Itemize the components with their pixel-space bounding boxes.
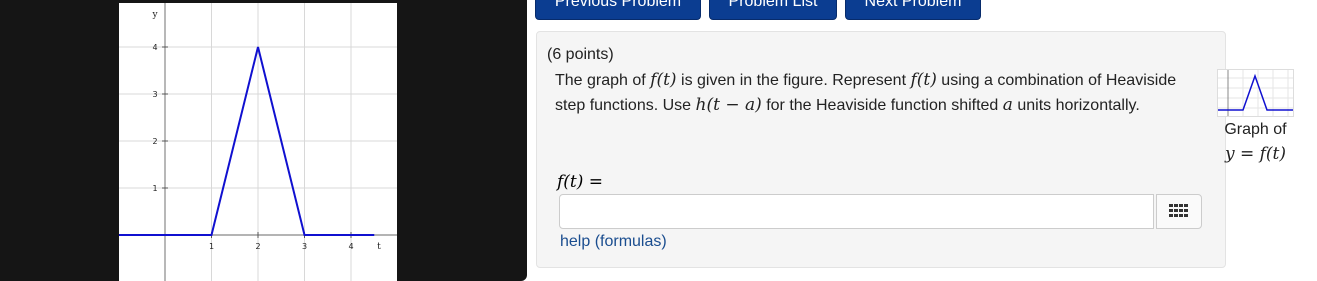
previous-problem-button[interactable]: Previous Problem bbox=[535, 0, 701, 20]
math-a: a bbox=[1002, 95, 1013, 115]
y-tick-label: 2 bbox=[152, 137, 157, 146]
previous-problem-label: Previous Problem bbox=[554, 0, 682, 10]
answer-label: f(t) = bbox=[557, 172, 604, 192]
math-heaviside: h(t − a) bbox=[695, 95, 762, 115]
equation-editor-button[interactable] bbox=[1156, 194, 1202, 229]
function-graph: 1 2 3 4 1 2 3 4 y t bbox=[119, 3, 397, 281]
x-tick-label: 1 bbox=[209, 242, 214, 251]
problem-panel: (6 points) The graph of f(t) is given in… bbox=[536, 31, 1226, 268]
graph-lightbox: 1 2 3 4 1 2 3 4 y t bbox=[0, 0, 527, 281]
math-ft: f(t) bbox=[910, 70, 937, 90]
thumbnail-caption-line2: y = f(t) bbox=[1224, 144, 1287, 164]
problem-statement: The graph of f(t) is given in the figure… bbox=[555, 68, 1195, 118]
answer-input[interactable] bbox=[559, 194, 1154, 229]
x-tick-label: 4 bbox=[348, 242, 353, 251]
next-problem-button[interactable]: Next Problem bbox=[845, 0, 981, 20]
math-ft: f(t) bbox=[650, 70, 677, 90]
y-tick-label: 4 bbox=[152, 43, 157, 52]
next-problem-label: Next Problem bbox=[864, 0, 962, 10]
y-tick-label: 1 bbox=[152, 184, 157, 193]
thumbnail-graph-svg bbox=[1218, 70, 1293, 116]
x-tick-label: 3 bbox=[302, 242, 307, 251]
statement-text: The graph of bbox=[555, 72, 651, 89]
y-tick-label: 3 bbox=[152, 90, 157, 99]
problem-points: (6 points) bbox=[547, 46, 614, 63]
graph-thumbnail[interactable] bbox=[1217, 69, 1294, 117]
problem-list-label: Problem List bbox=[728, 0, 818, 10]
statement-text: for the Heaviside function shifted bbox=[761, 97, 1003, 114]
y-axis-label: y bbox=[151, 10, 158, 20]
statement-text: is given in the figure. Represent bbox=[676, 72, 911, 89]
help-formulas-link[interactable]: help (formulas) bbox=[560, 233, 667, 251]
statement-text: units horizontally. bbox=[1012, 97, 1140, 114]
thumbnail-caption: Graph of y = f(t) bbox=[1208, 118, 1303, 166]
problem-list-button[interactable]: Problem List bbox=[709, 0, 837, 20]
thumbnail-caption-line1: Graph of bbox=[1224, 121, 1287, 138]
x-axis-label: t bbox=[377, 242, 381, 252]
x-tick-label: 2 bbox=[255, 242, 260, 251]
grid-keyboard-icon bbox=[1169, 203, 1188, 217]
graph-svg: 1 2 3 4 1 2 3 4 y t bbox=[119, 3, 397, 281]
